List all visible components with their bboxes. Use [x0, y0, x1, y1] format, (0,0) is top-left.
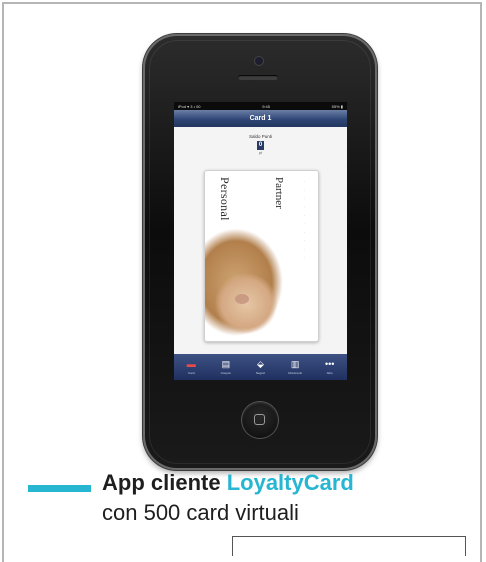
caption-accent-bar [28, 485, 91, 492]
card-brand-partner: Partner [273, 177, 285, 209]
tab-label: Altro [326, 371, 333, 375]
tab-altro[interactable]: ••• Altro [316, 359, 344, 375]
card-photo [205, 226, 291, 341]
speaker-grille [238, 75, 278, 80]
map-pin-icon: ⬙ [257, 359, 264, 369]
saldo-unit: pt [259, 151, 262, 155]
chart-icon: ▥ [290, 359, 300, 369]
tab-label: Card [188, 371, 195, 375]
status-bar: iPod ▾ 3 • 00 9:45 55% ▮ [174, 102, 347, 110]
tab-bar: ▬ Card ▤ Coupon ⬙ Negozi ▥ Movimenti •••… [174, 354, 347, 380]
loyalty-card[interactable]: Personal Partner · · · · · · · · · · [204, 170, 319, 342]
bottom-box [232, 536, 466, 556]
nav-bar: Card 1 [174, 110, 347, 127]
phone-device: iPod ▾ 3 • 00 9:45 55% ▮ Card 1 Saldo Pu… [143, 34, 377, 470]
card-icon: ▬ [186, 359, 196, 369]
caption-title: App cliente LoyaltyCard [102, 470, 354, 496]
status-battery: 55% ▮ [331, 103, 343, 109]
tab-card[interactable]: ▬ Card [177, 359, 205, 375]
tab-label: Negozi [255, 371, 266, 375]
saldo-value: 0 [257, 141, 264, 150]
tab-label: Coupon [220, 371, 232, 375]
caption-subtitle: con 500 card virtuali [102, 500, 299, 525]
caption-prefix: App cliente [102, 470, 221, 495]
phone-screen: iPod ▾ 3 • 00 9:45 55% ▮ Card 1 Saldo Pu… [174, 102, 347, 380]
tab-movimenti[interactable]: ▥ Movimenti [281, 359, 309, 375]
front-camera-icon [255, 57, 263, 65]
status-carrier: iPod ▾ 3 • 00 [178, 103, 201, 109]
home-button[interactable] [242, 402, 278, 438]
tab-negozi[interactable]: ⬙ Negozi [246, 359, 274, 375]
tab-label: Movimenti [288, 371, 302, 375]
more-icon: ••• [324, 359, 335, 369]
card-dots: · · · · · · · · · · [302, 181, 307, 262]
coupon-icon: ▤ [221, 359, 231, 369]
caption-brand: LoyaltyCard [226, 470, 354, 495]
status-time: 9:45 [262, 103, 270, 109]
nav-title: Card 1 [249, 115, 272, 122]
tab-coupon[interactable]: ▤ Coupon [212, 359, 240, 375]
card-brand-personal: Personal [218, 177, 232, 221]
saldo-label: Saldo Punti [248, 134, 273, 139]
